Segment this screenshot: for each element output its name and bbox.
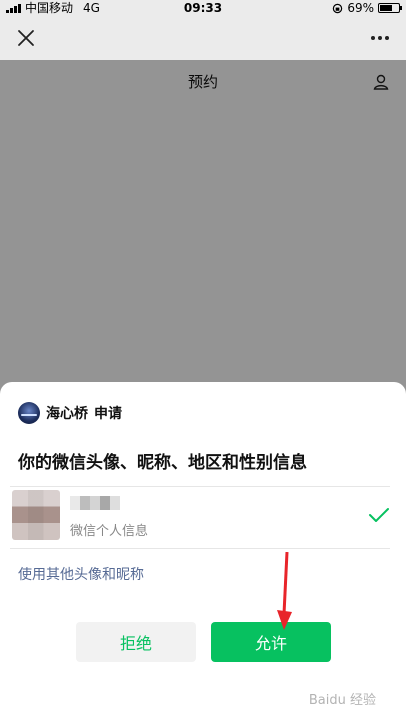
nickname-blurred [70, 496, 120, 510]
annotation-arrow [277, 552, 292, 630]
top-nav [0, 16, 406, 60]
profile-subtitle: 微信个人信息 [70, 524, 149, 539]
status-bar: 中国移动 4G 09:33 69% [0, 0, 406, 16]
close-icon [18, 30, 34, 46]
avatar [12, 490, 60, 540]
allow-button[interactable]: 允许 [211, 622, 331, 662]
status-right: 69% [332, 0, 402, 16]
watermark: Baidu 经验 [308, 693, 376, 708]
battery-level [380, 5, 392, 11]
divider [10, 548, 390, 549]
app-name: 海心桥 [46, 406, 88, 422]
permission-title: 你的微信头像、昵称、地区和性别信息 [18, 453, 307, 473]
use-other-avatar-link[interactable]: 使用其他头像和昵称 [18, 564, 144, 584]
rotation-lock-icon [333, 3, 343, 13]
more-icon-dot [378, 36, 382, 40]
authorization-sheet: 海心桥 申请 你的微信头像、昵称、地区和性别信息 微信个人信息 使用其他头像和昵… [0, 382, 406, 716]
close-button[interactable] [14, 26, 38, 50]
divider [10, 486, 390, 487]
more-button[interactable] [368, 26, 392, 50]
more-icon-dot [371, 36, 375, 40]
app-info-row: 海心桥 申请 [18, 402, 122, 424]
battery-icon [378, 3, 402, 13]
app-logo [18, 402, 40, 424]
request-label: 申请 [94, 406, 122, 422]
battery-percent: 69% [347, 1, 374, 15]
check-icon [369, 508, 389, 522]
reject-button[interactable]: 拒绝 [76, 622, 196, 662]
profile-option[interactable]: 微信个人信息 [10, 488, 390, 546]
more-icon-dot [385, 36, 389, 40]
